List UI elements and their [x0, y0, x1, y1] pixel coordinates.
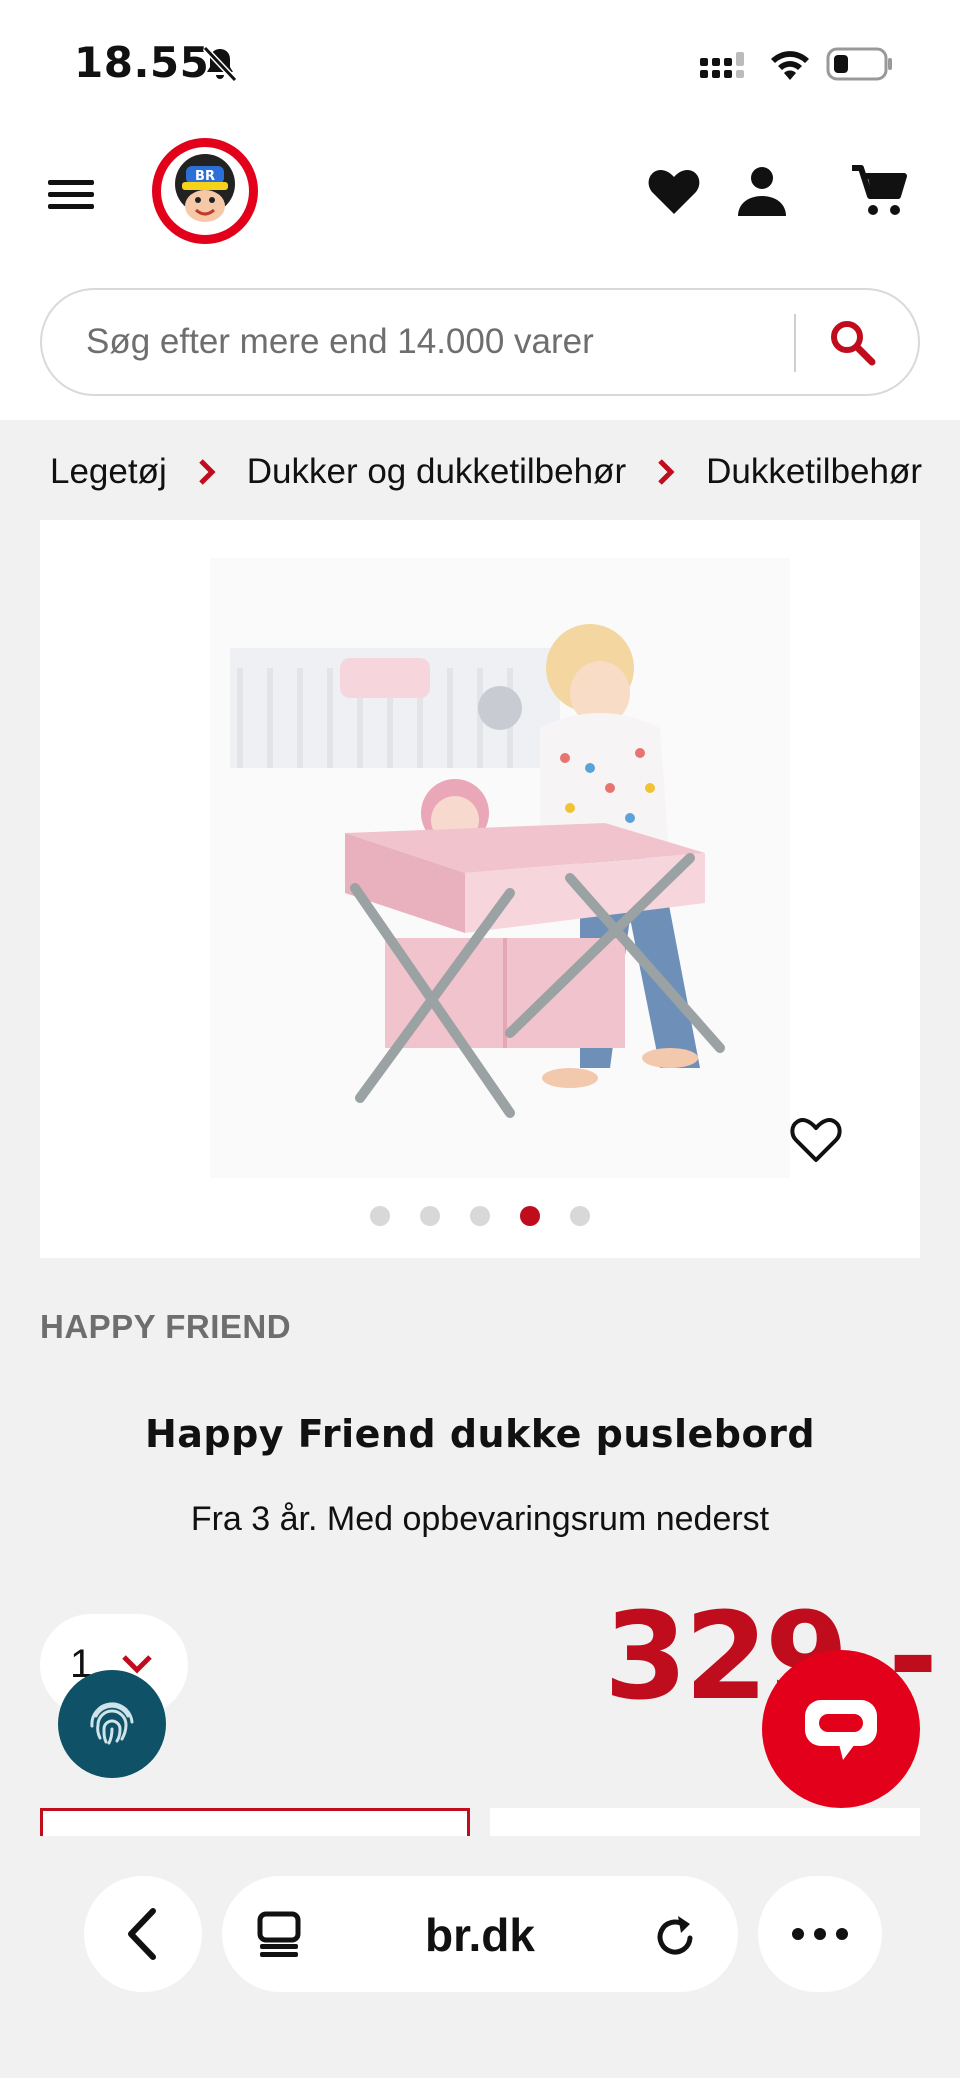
product-image: [210, 558, 790, 1178]
chevron-right-icon: [656, 458, 676, 486]
br-logo[interactable]: BR: [150, 136, 260, 246]
more-dots-icon: [792, 1928, 848, 1940]
product-image-gallery[interactable]: [40, 520, 920, 1258]
breadcrumb-item-legetoj[interactable]: Legetøj: [50, 452, 167, 492]
bell-muted-icon: [202, 45, 238, 83]
signal-icon: [700, 52, 744, 78]
battery-icon: [826, 47, 892, 81]
breadcrumb: Legetøj Dukker og dukketilbehør Dukketil…: [0, 440, 960, 504]
reload-icon[interactable]: [652, 1910, 700, 1960]
search-divider: [794, 314, 796, 372]
product-title: Happy Friend dukke puslebord: [144, 1412, 816, 1456]
gallery-dot-3[interactable]: [470, 1206, 490, 1226]
breadcrumb-item-dukker[interactable]: Dukker og dukketilbehør: [247, 452, 626, 492]
search-input[interactable]: [86, 312, 806, 372]
wifi-icon: [771, 51, 809, 80]
fingerprint-button[interactable]: [58, 1670, 166, 1778]
svg-text:BR: BR: [195, 169, 215, 184]
status-time: 18.55: [74, 38, 210, 87]
address-bar[interactable]: br.dk: [222, 1876, 738, 1992]
gallery-dot-1[interactable]: [370, 1206, 390, 1226]
gallery-pagination: [40, 1206, 920, 1226]
status-bar: 18.55: [0, 0, 960, 128]
chat-bubble-icon: [805, 1700, 877, 1760]
product-subtitle: Fra 3 år. Med opbevaringsrum nederst: [190, 1500, 770, 1538]
user-account-icon[interactable]: [736, 164, 788, 220]
back-arrow-icon: [128, 1908, 156, 1960]
gallery-dot-2[interactable]: [420, 1206, 440, 1226]
product-brand[interactable]: HAPPY FRIEND: [40, 1308, 291, 1346]
breadcrumb-item-dukketilbehor[interactable]: Dukketilbehør: [706, 452, 922, 492]
chat-button[interactable]: [762, 1650, 920, 1808]
fingerprint-icon: [90, 1702, 134, 1745]
search-button[interactable]: [822, 312, 882, 372]
hamburger-menu-icon[interactable]: [46, 174, 96, 216]
more-options-button[interactable]: [758, 1876, 882, 1992]
site-header: BR: [0, 128, 960, 420]
browser-toolbar: br.dk: [0, 1836, 960, 2078]
shopping-cart-icon[interactable]: [850, 162, 908, 220]
gallery-dot-4-active[interactable]: [520, 1206, 540, 1226]
wishlist-heart-icon[interactable]: [788, 1112, 844, 1168]
search-box: [40, 288, 920, 396]
chevron-right-icon: [197, 458, 217, 486]
gallery-dot-5[interactable]: [570, 1206, 590, 1226]
favorites-heart-icon[interactable]: [646, 164, 702, 220]
search-icon: [831, 321, 876, 366]
back-button[interactable]: [84, 1876, 202, 1992]
